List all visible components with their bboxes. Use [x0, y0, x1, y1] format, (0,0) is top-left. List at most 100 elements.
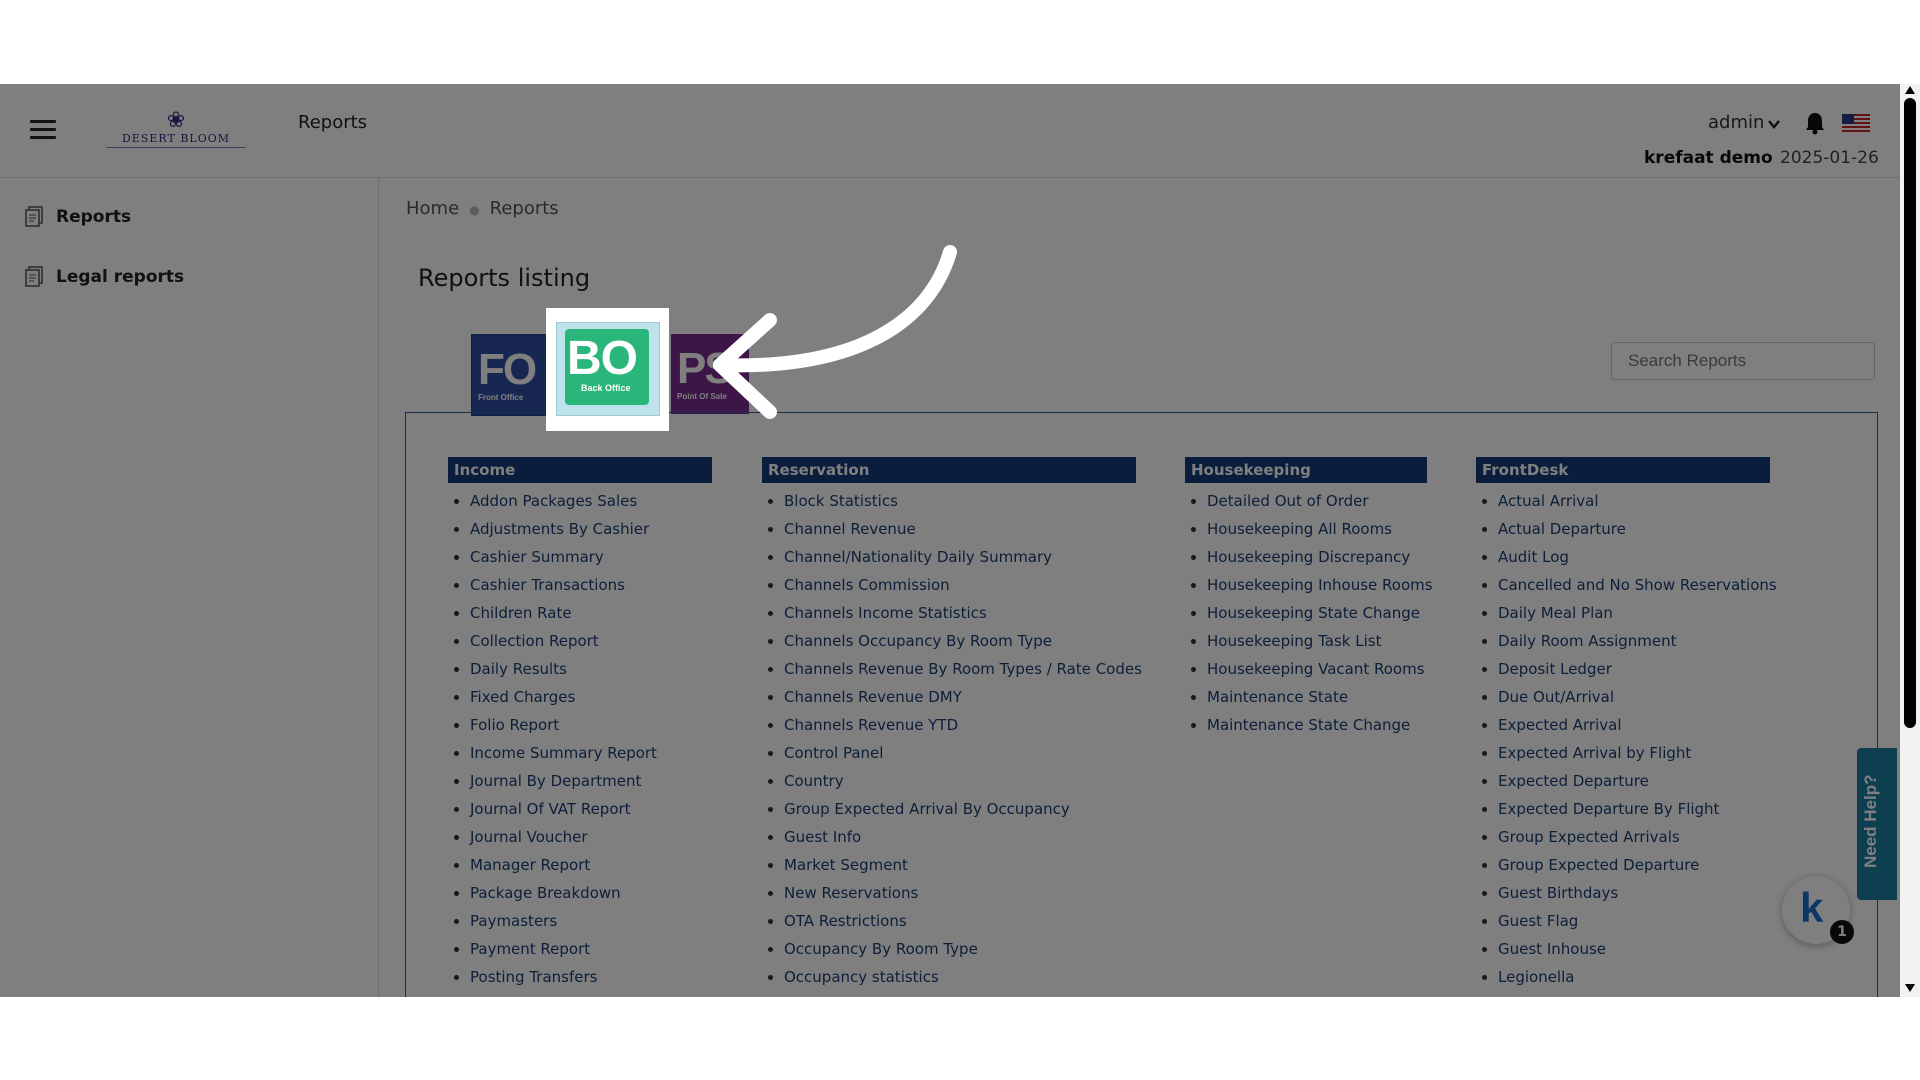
report-link[interactable]: Legionella	[1498, 963, 1777, 991]
report-link[interactable]: Housekeeping State Change	[1207, 599, 1433, 627]
tab-front-office[interactable]: FO Front Office	[471, 334, 551, 416]
report-link[interactable]: Expected Arrival	[1498, 711, 1777, 739]
scrollbar-thumb[interactable]	[1904, 98, 1916, 728]
brand-logo[interactable]: ❀ DESERT BLOOM	[106, 110, 246, 150]
report-link[interactable]: Audit Log	[1498, 543, 1777, 571]
report-link[interactable]: Channel/Nationality Daily Summary	[784, 543, 1142, 571]
user-menu[interactable]: admin	[1708, 112, 1764, 133]
tab-back-office-highlight[interactable]: BO Back Office	[546, 308, 669, 431]
top-header: ❀ DESERT BLOOM Reports admin krefaat dem…	[0, 84, 1900, 178]
report-link[interactable]: OTA Restrictions	[784, 907, 1142, 935]
report-link[interactable]: Journal Of VAT Report	[470, 795, 712, 823]
report-list: Block Statistics Channel Revenue Channel…	[762, 487, 1142, 991]
report-link[interactable]: Country	[784, 767, 1142, 795]
report-link[interactable]: Daily Results	[470, 655, 712, 683]
sidebar-item-legal-reports[interactable]: Legal reports	[24, 262, 184, 292]
report-link[interactable]: Expected Departure By Flight	[1498, 795, 1777, 823]
menu-icon[interactable]	[30, 120, 56, 140]
report-link[interactable]: Children Rate	[470, 599, 712, 627]
report-link[interactable]: Occupancy By Room Type	[784, 935, 1142, 963]
report-link[interactable]: Channels Revenue YTD	[784, 711, 1142, 739]
report-link[interactable]: Cancelled and No Show Reservations	[1498, 571, 1777, 599]
report-link[interactable]: New Reservations	[784, 879, 1142, 907]
report-link[interactable]: Payment Report	[470, 935, 712, 963]
report-link[interactable]: Group Expected Departure	[1498, 851, 1777, 879]
chat-launcher-button[interactable]: k 1	[1782, 876, 1854, 944]
tab-code: FO	[478, 345, 537, 394]
report-link[interactable]: Journal Voucher	[470, 823, 712, 851]
report-link[interactable]: Channels Occupancy By Room Type	[784, 627, 1142, 655]
report-link[interactable]: Adjustments By Cashier	[470, 515, 712, 543]
report-link[interactable]: Journal By Department	[470, 767, 712, 795]
report-link[interactable]: Channel Revenue	[784, 515, 1142, 543]
tab-code: BO	[567, 332, 638, 385]
us-flag-icon[interactable]	[1842, 114, 1870, 134]
sidebar-item-label: Reports	[56, 207, 132, 227]
report-link[interactable]: Deposit Ledger	[1498, 655, 1777, 683]
report-link[interactable]: Maintenance State	[1207, 683, 1433, 711]
bell-icon[interactable]	[1804, 111, 1826, 135]
report-link[interactable]: Income Summary Report	[470, 739, 712, 767]
report-link[interactable]: Actual Arrival	[1498, 487, 1777, 515]
tab-subtitle: Back Office	[581, 383, 631, 393]
report-link[interactable]: Guest Birthdays	[1498, 879, 1777, 907]
tab-back-office[interactable]: BO Back Office	[556, 322, 660, 416]
column-reservation: Reservation Block Statistics Channel Rev…	[762, 457, 1142, 991]
column-header: Housekeeping	[1185, 457, 1427, 483]
search-input[interactable]	[1611, 342, 1875, 380]
report-link[interactable]: Expected Departure	[1498, 767, 1777, 795]
report-link[interactable]: Posting Transfers	[470, 963, 712, 991]
report-link[interactable]: Collection Report	[470, 627, 712, 655]
report-link[interactable]: Group Expected Arrival By Occupancy	[784, 795, 1142, 823]
report-link[interactable]: Control Panel	[784, 739, 1142, 767]
report-link[interactable]: Housekeeping Inhouse Rooms	[1207, 571, 1433, 599]
report-link[interactable]: Block Statistics	[784, 487, 1142, 515]
report-link[interactable]: Group Expected Arrivals	[1498, 823, 1777, 851]
report-link[interactable]: Maintenance State Change	[1207, 711, 1433, 739]
report-link[interactable]: Housekeeping All Rooms	[1207, 515, 1433, 543]
report-link[interactable]: Occupancy statistics	[784, 963, 1142, 991]
report-list: Detailed Out of Order Housekeeping All R…	[1185, 487, 1433, 739]
flower-icon: ❀	[166, 108, 186, 133]
report-link[interactable]: Guest Info	[784, 823, 1142, 851]
report-link[interactable]: Channels Commission	[784, 571, 1142, 599]
report-link[interactable]: Addon Packages Sales	[470, 487, 712, 515]
report-link[interactable]: Housekeeping Discrepancy	[1207, 543, 1433, 571]
report-link[interactable]: Folio Report	[470, 711, 712, 739]
main-content: Home ● Reports Reports listing FO Front Of…	[379, 178, 1900, 997]
breadcrumb-home[interactable]: Home	[406, 198, 459, 219]
report-link[interactable]: Paymasters	[470, 907, 712, 935]
report-icon	[25, 206, 43, 227]
page-title: Reports listing	[418, 264, 591, 292]
chevron-down-icon[interactable]	[1766, 116, 1782, 132]
pointer-arrow-icon	[713, 245, 957, 419]
need-help-tab[interactable]: Need Help?	[1857, 748, 1897, 900]
scroll-up-arrow-icon[interactable]	[1905, 86, 1915, 94]
report-link[interactable]: Channels Income Statistics	[784, 599, 1142, 627]
column-housekeeping: Housekeeping Detailed Out of Order House…	[1185, 457, 1433, 739]
report-link[interactable]: Market Segment	[784, 851, 1142, 879]
report-link[interactable]: Cashier Summary	[470, 543, 712, 571]
report-link[interactable]: Guest Flag	[1498, 907, 1777, 935]
scroll-down-arrow-icon[interactable]	[1905, 984, 1915, 992]
logo-text: DESERT BLOOM	[106, 132, 246, 148]
report-link[interactable]: Daily Meal Plan	[1498, 599, 1777, 627]
business-date: 2025-01-26	[1780, 148, 1879, 168]
report-link[interactable]: Guest Inhouse	[1498, 935, 1777, 963]
report-link[interactable]: Expected Arrival by Flight	[1498, 739, 1777, 767]
report-link[interactable]: Channels Revenue DMY	[784, 683, 1142, 711]
sidebar-item-reports[interactable]: Reports	[24, 202, 131, 232]
report-link[interactable]: Fixed Charges	[470, 683, 712, 711]
breadcrumb: Home ● Reports	[406, 198, 559, 219]
report-link[interactable]: Due Out/Arrival	[1498, 683, 1777, 711]
report-link[interactable]: Housekeeping Vacant Rooms	[1207, 655, 1433, 683]
report-link[interactable]: Housekeeping Task List	[1207, 627, 1433, 655]
report-link[interactable]: Daily Room Assignment	[1498, 627, 1777, 655]
report-link[interactable]: Package Breakdown	[470, 879, 712, 907]
page-scrollbar[interactable]	[1900, 84, 1920, 997]
report-link[interactable]: Detailed Out of Order	[1207, 487, 1433, 515]
report-link[interactable]: Actual Departure	[1498, 515, 1777, 543]
report-link[interactable]: Cashier Transactions	[470, 571, 712, 599]
report-link[interactable]: Manager Report	[470, 851, 712, 879]
report-link[interactable]: Channels Revenue By Room Types / Rate Co…	[784, 655, 1142, 683]
